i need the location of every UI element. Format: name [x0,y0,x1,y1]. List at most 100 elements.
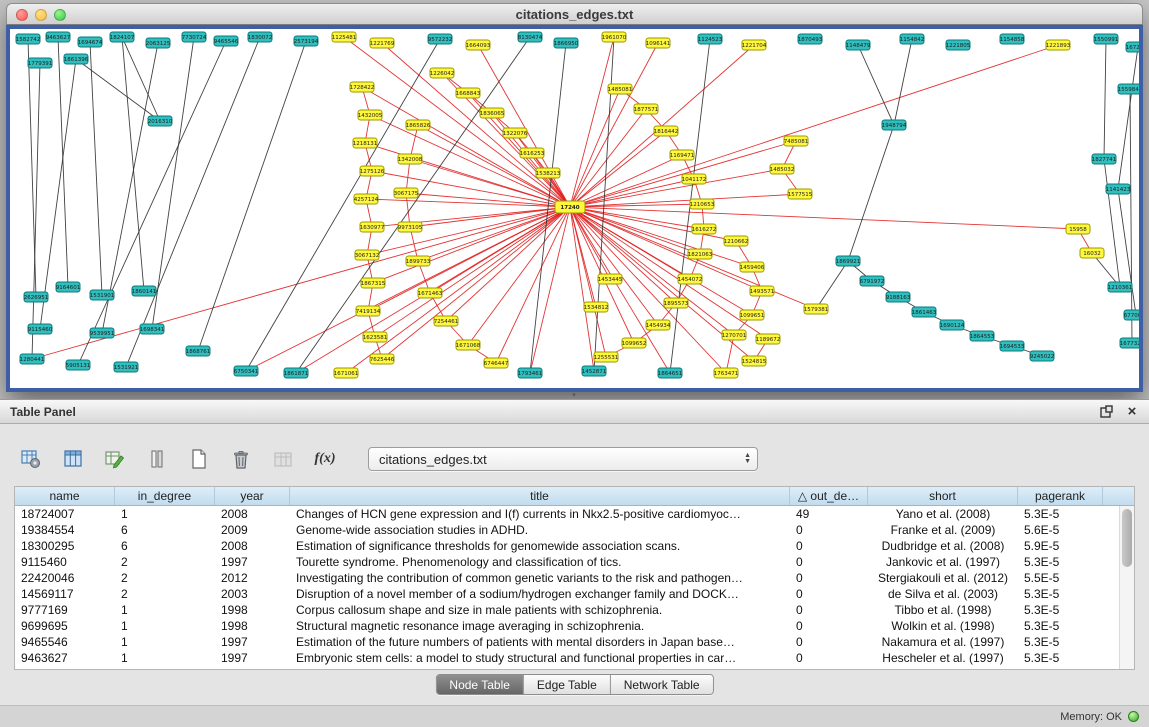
network-node[interactable]: 1493571 [750,286,775,296]
network-node[interactable]: 1124523 [698,34,723,44]
table-row[interactable]: 946554611997Estimation of the future num… [15,634,1134,650]
tab-edge-table[interactable]: Edge Table [524,675,611,694]
network-node[interactable]: 1582742 [16,34,41,44]
network-node[interactable]: 9465546 [214,36,239,46]
column-header-year[interactable]: year [215,487,290,505]
network-node[interactable]: 1864553 [970,331,995,341]
network-node[interactable]: 1125481 [332,32,357,42]
network-node[interactable]: 1189672 [756,334,781,344]
column-header-pagerank[interactable]: pagerank [1018,487,1103,505]
network-node[interactable]: 1779391 [28,58,53,68]
network-node[interactable]: 1668843 [456,88,481,98]
network-node[interactable]: 1485081 [608,84,633,94]
network-node[interactable]: 1677321 [1120,338,1139,348]
table-row[interactable]: 1938455462009Genome-wide association stu… [15,522,1134,538]
network-node[interactable]: 1099652 [622,338,647,348]
network-node[interactable]: 1948794 [882,120,907,130]
network-node[interactable]: 7254461 [434,316,459,326]
network-node[interactable]: 9463627 [46,32,71,42]
network-node[interactable]: 1698341 [140,324,165,334]
delete-column-icon[interactable] [228,446,254,472]
table-vertical-scrollbar[interactable] [1119,506,1134,669]
network-node[interactable]: 2626951 [24,292,49,302]
network-node[interactable]: 1861463 [912,307,937,317]
import-table-icon[interactable] [270,446,296,472]
network-node[interactable]: 15958 [1066,224,1090,234]
network-node[interactable]: 1816442 [654,126,679,136]
network-node[interactable]: 1961070 [602,32,627,42]
network-node[interactable]: 7419134 [356,306,381,316]
network-node[interactable]: 1432005 [358,110,383,120]
network-view[interactable]: 1582742946362716946741824107206312577307… [10,29,1139,388]
network-node[interactable]: 1538213 [536,168,561,178]
table-row[interactable]: 1830029562008Estimation of significance … [15,538,1134,554]
panel-splitter-handle[interactable]: ▾ [569,393,579,398]
close-window-icon[interactable] [16,9,28,21]
edit-columns-icon[interactable] [102,446,128,472]
network-node[interactable]: 1169471 [670,150,695,160]
table-row[interactable]: 911546021997Tourette syndrome. Phenomeno… [15,554,1134,570]
network-node[interactable]: 9164601 [56,282,81,292]
network-node[interactable]: 1671463 [418,288,443,298]
network-node[interactable]: 2573194 [294,36,319,46]
network-node[interactable]: 1454934 [646,320,671,330]
column-header-short[interactable]: short [868,487,1018,505]
network-node[interactable]: 1671068 [456,340,481,350]
network-node[interactable]: 1041172 [682,174,707,184]
table-row[interactable]: 946362711997Embryonic stem cells: a mode… [15,650,1134,666]
network-node[interactable]: 9188163 [886,292,911,302]
table-source-select[interactable]: citations_edges.txt ▲▼ [368,447,758,471]
network-node[interactable]: 7730724 [182,32,207,42]
network-node[interactable]: 1694533 [1000,341,1025,351]
network-node[interactable]: 1860141 [132,286,157,296]
tab-node-table[interactable]: Node Table [436,675,524,694]
network-node[interactable]: 1221805 [946,40,971,50]
network-node[interactable]: 1616272 [692,224,717,234]
network-node[interactable]: 1830072 [248,32,273,42]
network-node[interactable]: 1550991 [1094,34,1119,44]
network-node[interactable]: 1877571 [634,104,659,114]
column-header-in_degree[interactable]: in_degree [115,487,215,505]
network-node[interactable]: 1096141 [646,38,671,48]
network-node[interactable]: 1210653 [690,199,715,209]
network-node[interactable]: 1869921 [836,256,861,266]
network-node[interactable]: 1865826 [406,120,431,130]
network-node[interactable]: 1793461 [518,368,543,378]
network-node[interactable]: 1671061 [334,368,359,378]
network-node[interactable]: 6750341 [234,366,259,376]
network-node[interactable]: 1864651 [658,368,683,378]
network-node[interactable]: 1836065 [480,108,505,118]
network-node[interactable]: 3067175 [394,188,419,198]
network-node[interactable]: 1827741 [1092,154,1117,164]
minimize-window-icon[interactable] [35,9,47,21]
network-node[interactable]: 1453445 [598,274,623,284]
tab-network-table[interactable]: Network Table [611,675,713,694]
new-column-icon[interactable] [186,446,212,472]
network-node[interactable]: 1559841 [1118,84,1139,94]
column-header-title[interactable]: title [290,487,790,505]
network-node[interactable]: 1824107 [110,32,135,42]
network-node[interactable]: 6770081 [1124,310,1139,320]
column-header-name[interactable]: name [15,487,115,505]
network-node[interactable]: 1534812 [584,302,609,312]
network-node[interactable]: 1623581 [363,332,388,342]
network-node[interactable]: 1531921 [114,362,139,372]
network-node[interactable]: 1342008 [398,154,423,164]
network-node[interactable]: 1485032 [770,164,795,174]
network-node[interactable]: 1690124 [940,320,965,330]
network-node[interactable]: 1459406 [740,262,765,272]
network-canvas[interactable]: 1582742946362716946741824107206312577307… [10,29,1139,388]
table-row[interactable]: 1872400712008Changes of HCN gene express… [15,506,1134,522]
network-node[interactable]: 1226042 [430,68,455,78]
network-node[interactable]: 1099651 [740,310,765,320]
network-node[interactable]: 1280441 [20,354,45,364]
network-node[interactable]: 2063125 [146,38,171,48]
network-node[interactable]: 1255531 [594,352,619,362]
table-row[interactable]: 969969511998Structural magnetic resonanc… [15,618,1134,634]
network-node[interactable]: 9572232 [428,34,453,44]
network-node[interactable]: 9973105 [398,222,423,232]
zoom-window-icon[interactable] [54,9,66,21]
network-node[interactable]: 1868761 [186,346,211,356]
network-node[interactable]: 1616253 [520,148,545,158]
network-node[interactable]: 1630977 [360,222,385,232]
